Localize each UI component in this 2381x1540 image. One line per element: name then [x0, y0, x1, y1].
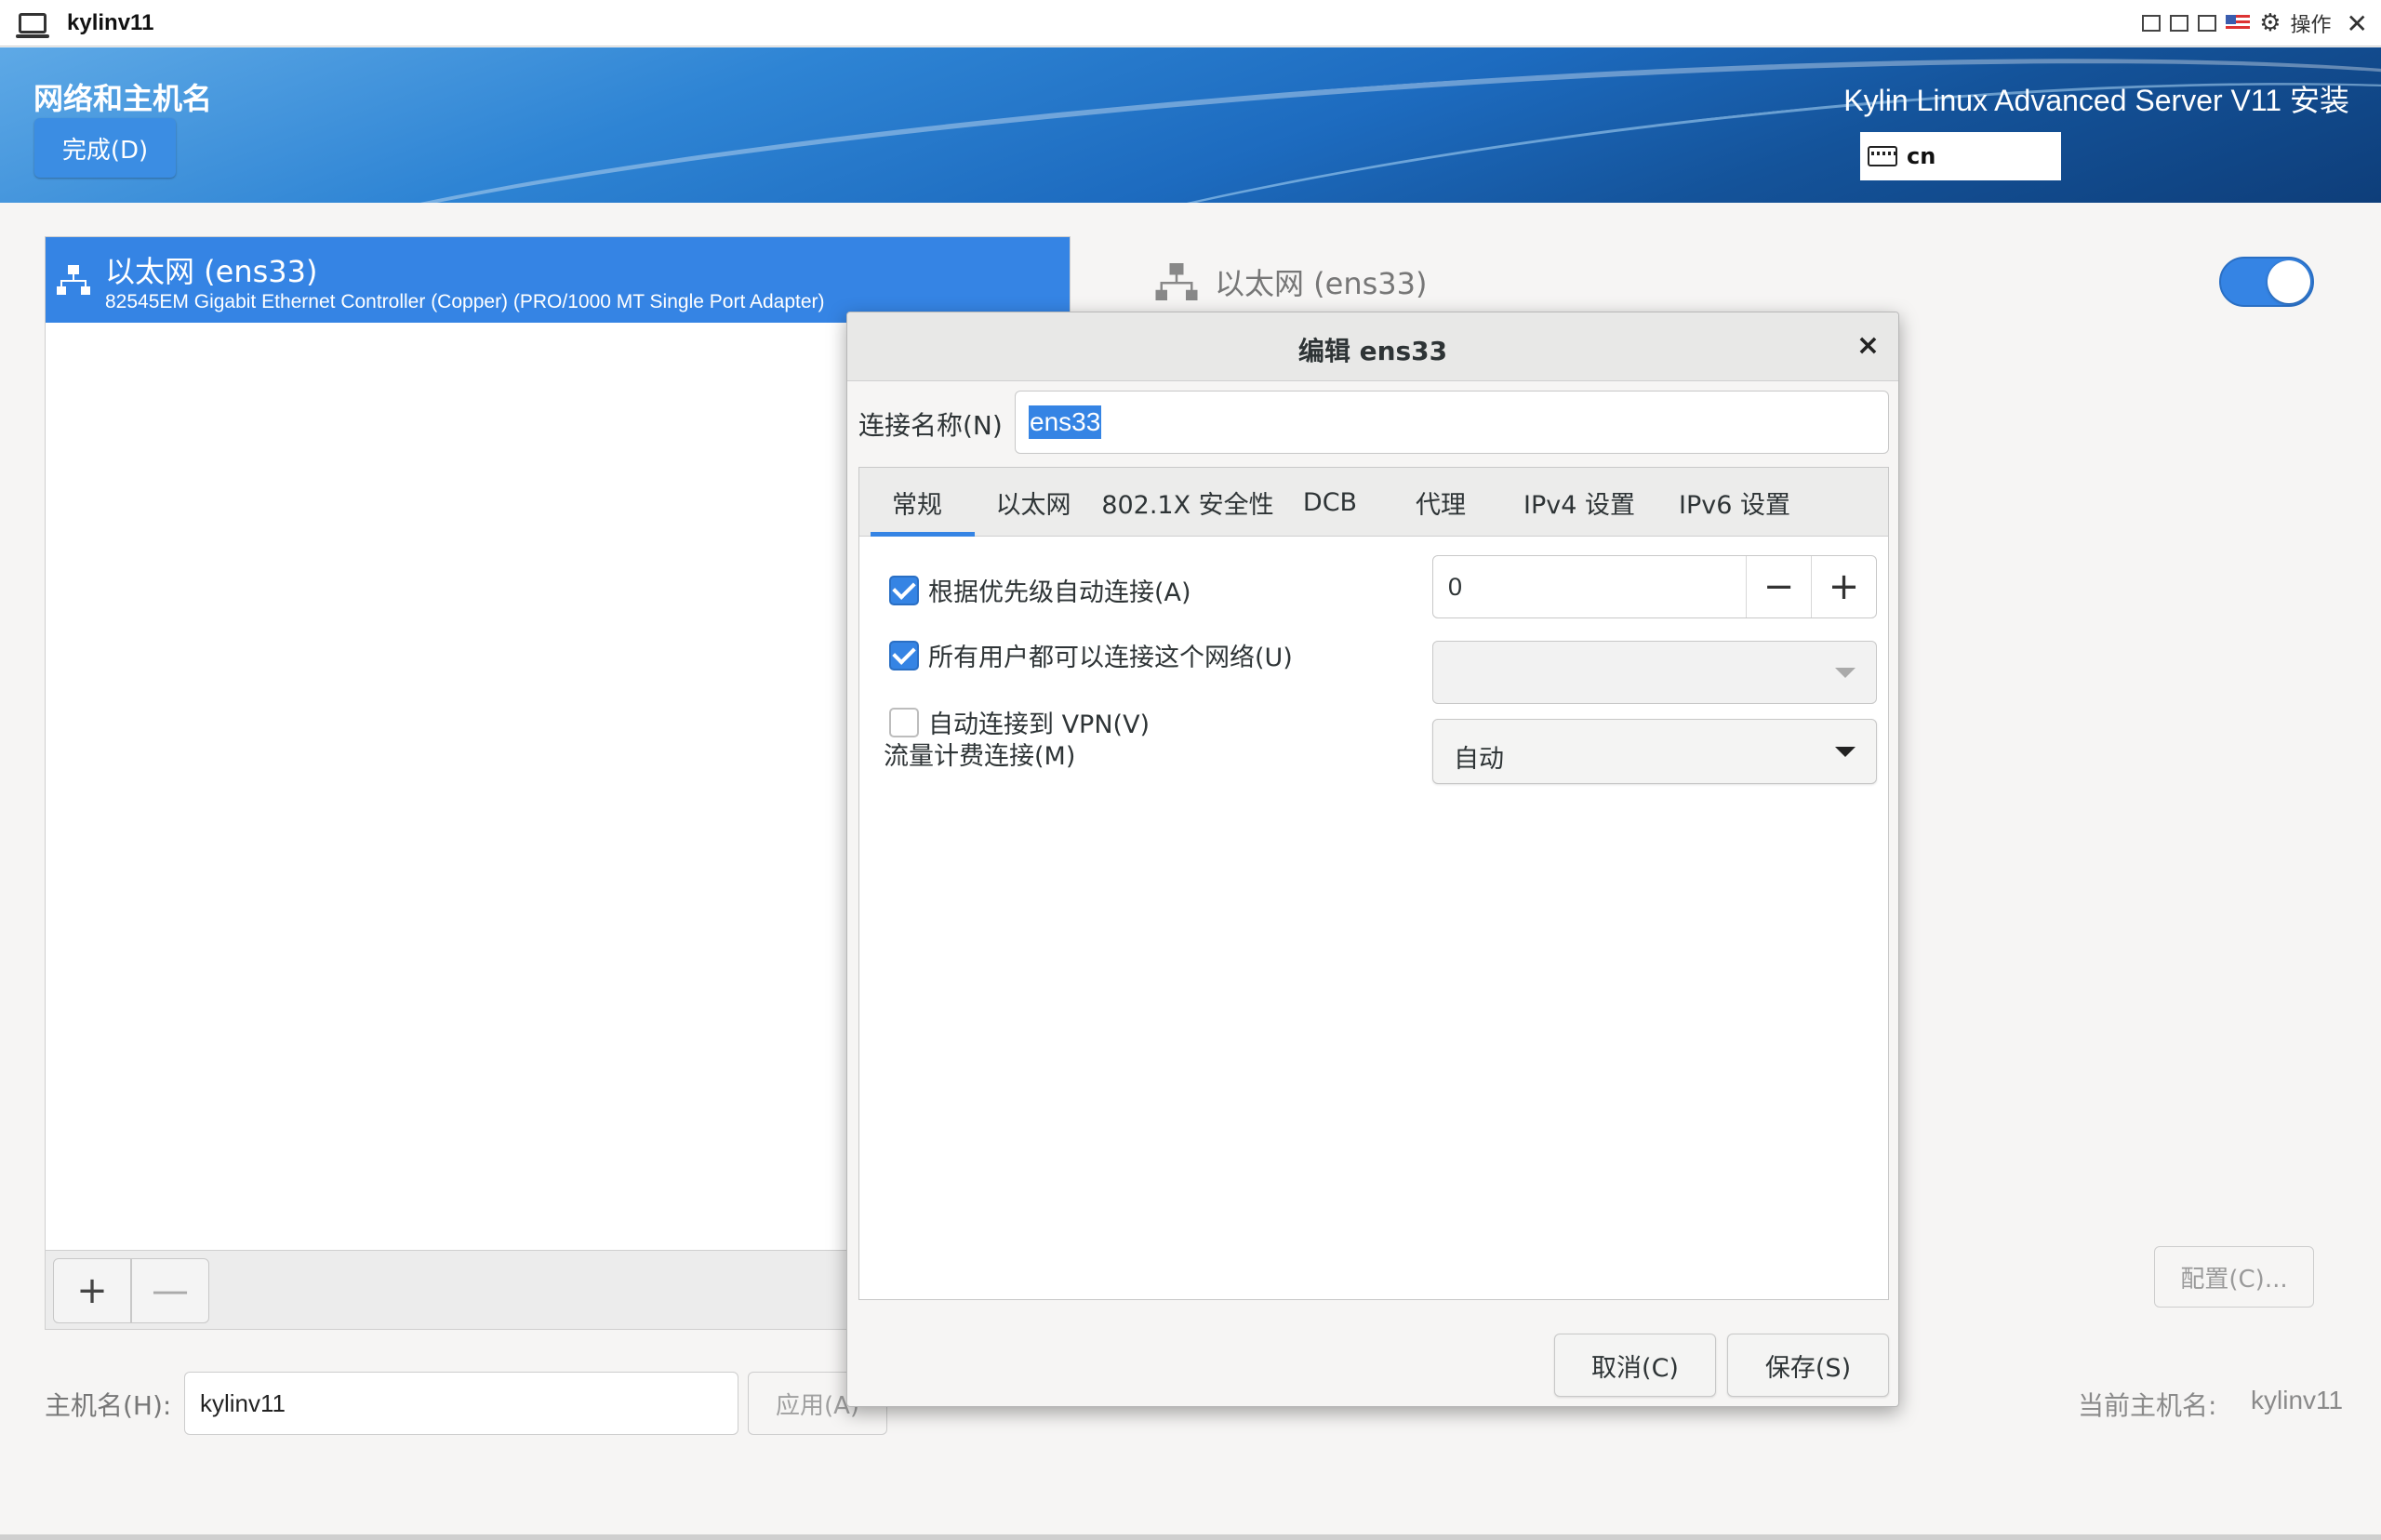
hostname-input[interactable]: kylinv11 [184, 1372, 738, 1435]
settings-notebook: 常规 以太网 802.1X 安全性 DCB 代理 IPv4 设置 IPv6 设置… [858, 467, 1889, 1300]
monitor-icon [16, 12, 49, 38]
hostname-label: 主机名(H): [45, 1390, 172, 1421]
wired-network-icon [1155, 263, 1198, 300]
vm-title-bar: kylinv11 ⚙ 操作 ✕ [0, 0, 2381, 46]
vm-actions-menu[interactable]: 操作 [2291, 8, 2332, 38]
tab-proxy[interactable]: 代理 [1377, 468, 1505, 537]
window-large-icon[interactable] [2198, 15, 2217, 32]
keyboard-icon [1868, 146, 1897, 166]
chevron-down-icon [1835, 668, 1856, 678]
metered-select-value: 自动 [1454, 745, 1504, 774]
device-detail-header: 以太网 (ens33) [1153, 259, 1428, 305]
priority-stepper[interactable]: 0 − + [1432, 555, 1877, 618]
tab-bar: 常规 以太网 802.1X 安全性 DCB 代理 IPv4 设置 IPv6 设置 [859, 468, 1888, 537]
remove-device-button[interactable]: — [131, 1258, 209, 1323]
auto-connect-label: 根据优先级自动连接(A) [928, 578, 1191, 607]
keyboard-layout-label: cn [1907, 143, 1936, 169]
dialog-close-icon[interactable]: × [1856, 329, 1880, 362]
auto-connect-row[interactable]: 根据优先级自动连接(A) [889, 572, 1191, 608]
all-users-row[interactable]: 所有用户都可以连接这个网络(U) [889, 637, 1293, 673]
configure-button[interactable]: 配置(C)... [2154, 1246, 2314, 1308]
priority-increase-button[interactable]: + [1811, 556, 1876, 617]
priority-value[interactable]: 0 [1448, 573, 1462, 602]
device-description: 82545EM Gigabit Ethernet Controller (Cop… [105, 291, 825, 312]
done-button[interactable]: 完成(D) [34, 118, 176, 178]
current-hostname-label: 当前主机名: [2078, 1390, 2217, 1421]
device-item-ens33[interactable]: 以太网 (ens33) 82545EM Gigabit Ethernet Con… [46, 237, 1070, 323]
vm-title: kylinv11 [67, 9, 154, 35]
tab-dcb[interactable]: DCB [1284, 468, 1377, 537]
metered-label: 流量计费连接(M) [884, 742, 1076, 771]
page-title: 网络和主机名 [33, 81, 213, 116]
flag-icon[interactable] [2226, 15, 2251, 32]
metered-select[interactable]: 自动 [1432, 719, 1877, 784]
header-banner: 网络和主机名 完成(D) Kylin Linux Advanced Server… [0, 47, 2381, 203]
all-users-label: 所有用户都可以连接这个网络(U) [928, 644, 1293, 672]
keyboard-layout-indicator[interactable]: cn [1860, 132, 2061, 180]
tab-general[interactable]: 常规 [859, 468, 975, 537]
device-enable-toggle[interactable] [2219, 257, 2314, 307]
current-hostname-value: kylinv11 [2251, 1386, 2344, 1414]
wired-network-icon [57, 265, 90, 295]
window-medium-icon[interactable] [2170, 15, 2189, 32]
add-device-button[interactable]: + [53, 1258, 131, 1323]
tab-ethernet[interactable]: 以太网 [975, 468, 1092, 537]
all-users-checkbox[interactable] [889, 640, 919, 670]
cancel-button[interactable]: 取消(C) [1554, 1334, 1716, 1397]
connection-name-label: 连接名称(N) [858, 410, 1003, 441]
device-detail-title: 以太网 (ens33) [1215, 266, 1428, 301]
bottom-divider [0, 1534, 2381, 1540]
vpn-select[interactable] [1432, 641, 1877, 704]
save-button[interactable]: 保存(S) [1727, 1334, 1889, 1397]
tab-ipv4-settings[interactable]: IPv4 设置 [1505, 468, 1654, 537]
connection-name-value: ens33 [1029, 405, 1102, 439]
product-title: Kylin Linux Advanced Server V11 安装 [1843, 84, 2349, 117]
priority-decrease-button[interactable]: − [1746, 556, 1811, 617]
tab-8021x-security[interactable]: 802.1X 安全性 [1092, 468, 1284, 537]
auto-connect-checkbox[interactable] [889, 575, 919, 605]
dialog-titlebar: 编辑 ens33 × [847, 312, 1898, 381]
device-name: 以太网 (ens33) [105, 254, 318, 289]
dialog-title: 编辑 ens33 [1297, 336, 1448, 366]
gear-icon[interactable]: ⚙ [2259, 9, 2281, 37]
close-icon[interactable]: ✕ [2347, 8, 2368, 39]
toggle-knob [2268, 260, 2310, 303]
vm-toolbar: ⚙ 操作 ✕ [2142, 0, 2368, 46]
tab-ipv6-settings[interactable]: IPv6 设置 [1654, 468, 1816, 537]
connection-name-input[interactable]: ens33 [1015, 391, 1889, 454]
vpn-checkbox[interactable] [889, 707, 919, 737]
window-small-icon[interactable] [2142, 15, 2162, 32]
edit-connection-dialog: 编辑 ens33 × 连接名称(N) ens33 常规 以太网 802.1X 安… [846, 312, 1899, 1407]
chevron-down-icon [1835, 747, 1856, 757]
